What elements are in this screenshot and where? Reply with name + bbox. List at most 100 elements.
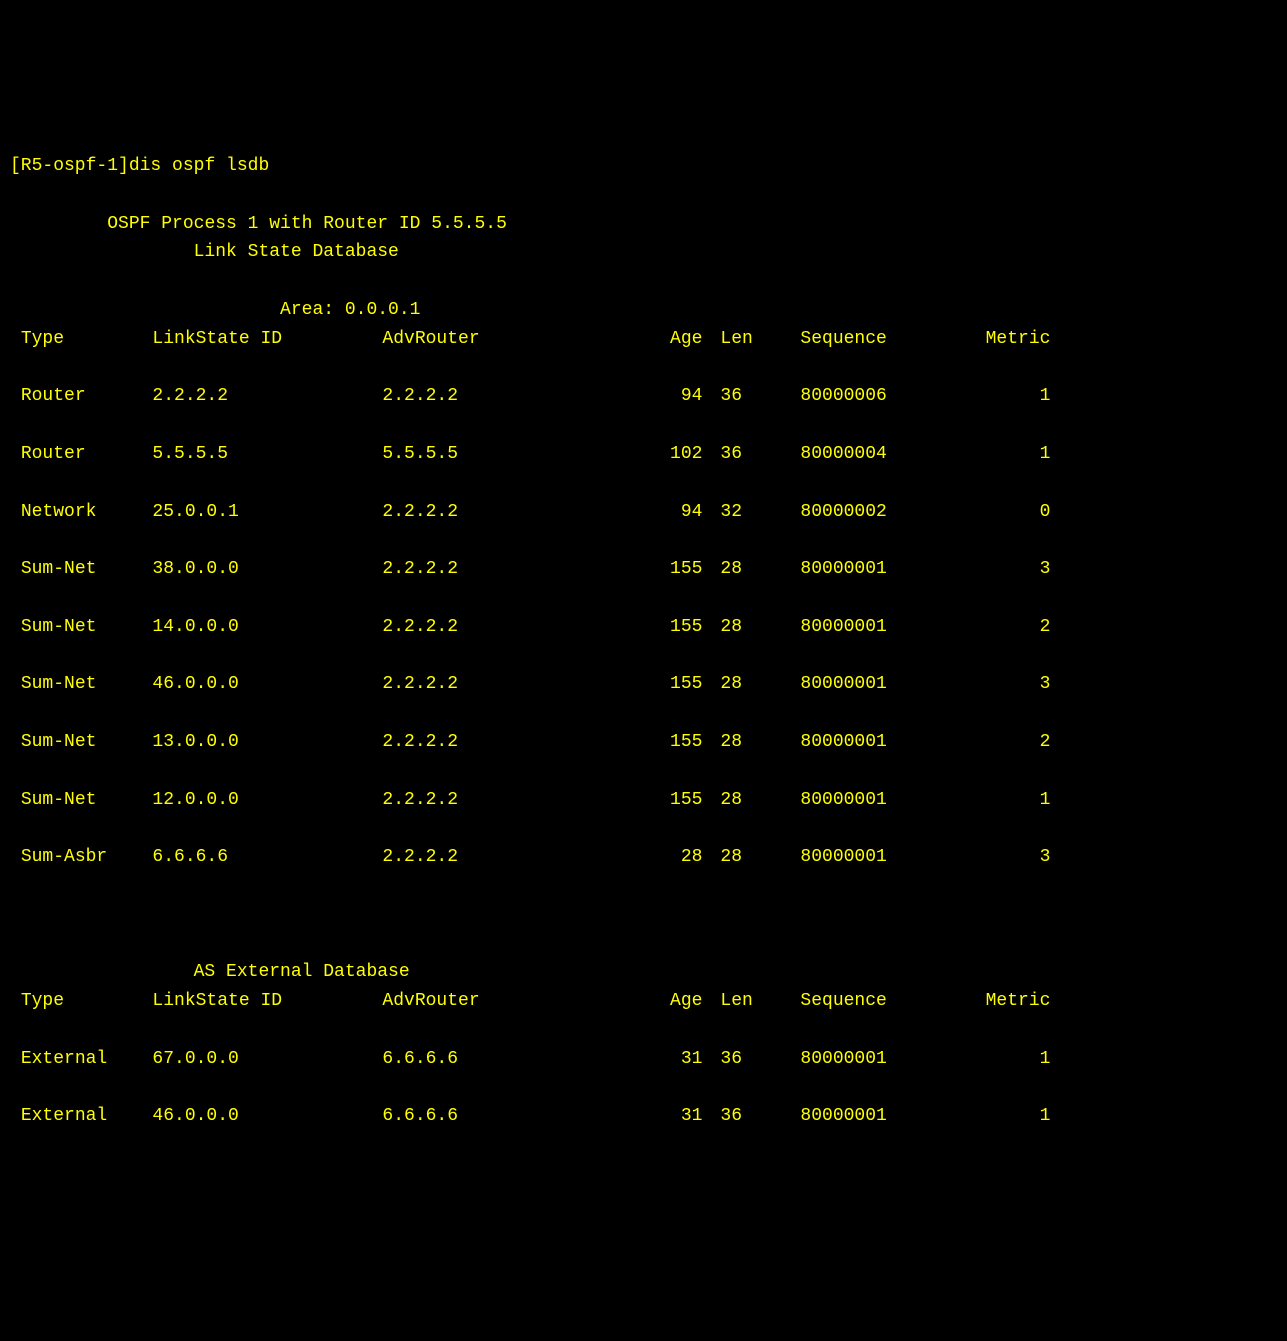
cell-seq: 80000001 — [780, 728, 940, 757]
col-header-len: Len — [702, 987, 780, 1016]
cell-len: 36 — [702, 440, 780, 469]
table-row: Sum-Asbr 6.6.6.62.2.2.22828800000013 — [10, 843, 1277, 872]
cell-lsid: 67.0.0.0 — [152, 1045, 382, 1074]
col-header-metric: Metric — [940, 987, 1050, 1016]
cell-type: Network — [21, 498, 131, 527]
table-header-row: Type LinkState IDAdvRouterAgeLenSequence… — [10, 987, 1277, 1016]
cell-lsid: 38.0.0.0 — [152, 555, 382, 584]
table-row: External 46.0.0.06.6.6.63136800000011 — [10, 1102, 1277, 1131]
col-header-seq: Sequence — [780, 987, 940, 1016]
cell-age: 155 — [632, 670, 702, 699]
cell-seq: 80000001 — [780, 555, 940, 584]
table-row: Network 25.0.0.12.2.2.29432800000020 — [10, 498, 1277, 527]
table-row: Sum-Net 14.0.0.02.2.2.215528800000012 — [10, 613, 1277, 642]
ext-db-header: AS External Database — [10, 962, 410, 982]
table-row: Sum-Net 12.0.0.02.2.2.215528800000011 — [10, 786, 1277, 815]
cell-age: 102 — [632, 440, 702, 469]
area-id-label: Area: 0.0.0.1 — [10, 300, 420, 320]
cell-metric: 3 — [940, 555, 1050, 584]
command: dis ospf lsdb — [129, 156, 269, 176]
ext-table-body: External 67.0.0.06.6.6.63136800000011 Ex… — [10, 1045, 1277, 1160]
cell-type: Router — [21, 382, 131, 411]
cell-adv: 2.2.2.2 — [382, 843, 632, 872]
cell-len: 28 — [702, 843, 780, 872]
cell-seq: 80000001 — [780, 1045, 940, 1074]
cell-adv: 5.5.5.5 — [382, 440, 632, 469]
col-header-type: Type — [21, 325, 131, 354]
cell-len: 28 — [702, 555, 780, 584]
cell-lsid: 5.5.5.5 — [152, 440, 382, 469]
cell-type: External — [21, 1045, 131, 1074]
cell-lsid: 6.6.6.6 — [152, 843, 382, 872]
cell-age: 155 — [632, 555, 702, 584]
cell-type: Sum-Asbr — [21, 843, 131, 872]
cell-seq: 80000006 — [780, 382, 940, 411]
cell-type: Sum-Net — [21, 613, 131, 642]
col-header-lsid: LinkState ID — [152, 325, 382, 354]
col-header-metric: Metric — [940, 325, 1050, 354]
ospf-process-header: OSPF Process 1 with Router ID 5.5.5.5 — [10, 214, 507, 234]
cell-len: 32 — [702, 498, 780, 527]
cell-seq: 80000004 — [780, 440, 940, 469]
cell-type: Sum-Net — [21, 728, 131, 757]
cell-lsid: 25.0.0.1 — [152, 498, 382, 527]
table-row: External 67.0.0.06.6.6.63136800000011 — [10, 1045, 1277, 1074]
cell-seq: 80000001 — [780, 613, 940, 642]
cell-metric: 1 — [940, 1045, 1050, 1074]
cell-metric: 2 — [940, 728, 1050, 757]
cell-age: 31 — [632, 1102, 702, 1131]
cell-metric: 3 — [940, 670, 1050, 699]
col-header-lsid: LinkState ID — [152, 987, 382, 1016]
col-header-age: Age — [632, 325, 702, 354]
cell-lsid: 14.0.0.0 — [152, 613, 382, 642]
cell-seq: 80000001 — [780, 670, 940, 699]
cell-type: Sum-Net — [21, 670, 131, 699]
blank-line — [10, 185, 21, 205]
cell-adv: 2.2.2.2 — [382, 670, 632, 699]
cell-age: 28 — [632, 843, 702, 872]
cell-len: 28 — [702, 613, 780, 642]
cell-age: 31 — [632, 1045, 702, 1074]
cell-len: 36 — [702, 1045, 780, 1074]
prompt-line: [R5-ospf-1]dis ospf lsdb — [10, 156, 269, 176]
cell-type: Sum-Net — [21, 786, 131, 815]
cell-type: Sum-Net — [21, 555, 131, 584]
table-row: Router 2.2.2.22.2.2.29436800000061 — [10, 382, 1277, 411]
cell-type: Router — [21, 440, 131, 469]
cell-adv: 6.6.6.6 — [382, 1045, 632, 1074]
col-header-adv: AdvRouter — [382, 325, 632, 354]
cell-lsid: 2.2.2.2 — [152, 382, 382, 411]
col-header-adv: AdvRouter — [382, 987, 632, 1016]
table-row: Sum-Net 46.0.0.02.2.2.215528800000013 — [10, 670, 1277, 699]
cell-metric: 1 — [940, 382, 1050, 411]
cell-adv: 2.2.2.2 — [382, 613, 632, 642]
col-header-seq: Sequence — [780, 325, 940, 354]
table-row: Sum-Net 38.0.0.02.2.2.215528800000013 — [10, 555, 1277, 584]
cell-metric: 3 — [940, 843, 1050, 872]
cell-adv: 2.2.2.2 — [382, 728, 632, 757]
cell-len: 36 — [702, 382, 780, 411]
cell-lsid: 12.0.0.0 — [152, 786, 382, 815]
cell-adv: 6.6.6.6 — [382, 1102, 632, 1131]
cell-metric: 1 — [940, 440, 1050, 469]
terminal-output[interactable]: [R5-ospf-1]dis ospf lsdb OSPF Process 1 … — [10, 156, 1277, 1160]
area-table-body: Router 2.2.2.22.2.2.29436800000061 Route… — [10, 382, 1277, 900]
cell-seq: 80000002 — [780, 498, 940, 527]
cell-metric: 2 — [940, 613, 1050, 642]
table-row: Sum-Net 13.0.0.02.2.2.215528800000012 — [10, 728, 1277, 757]
cell-adv: 2.2.2.2 — [382, 555, 632, 584]
cell-age: 94 — [632, 498, 702, 527]
cell-lsid: 46.0.0.0 — [152, 670, 382, 699]
cell-metric: 1 — [940, 1102, 1050, 1131]
blank-line — [10, 934, 21, 954]
lsdb-header: Link State Database — [10, 242, 399, 262]
cell-seq: 80000001 — [780, 786, 940, 815]
cell-metric: 0 — [940, 498, 1050, 527]
table-row: Router 5.5.5.55.5.5.510236800000041 — [10, 440, 1277, 469]
cell-lsid: 46.0.0.0 — [152, 1102, 382, 1131]
cell-seq: 80000001 — [780, 1102, 940, 1131]
cell-age: 155 — [632, 786, 702, 815]
cell-adv: 2.2.2.2 — [382, 498, 632, 527]
cell-age: 155 — [632, 728, 702, 757]
blank-line — [10, 271, 21, 291]
